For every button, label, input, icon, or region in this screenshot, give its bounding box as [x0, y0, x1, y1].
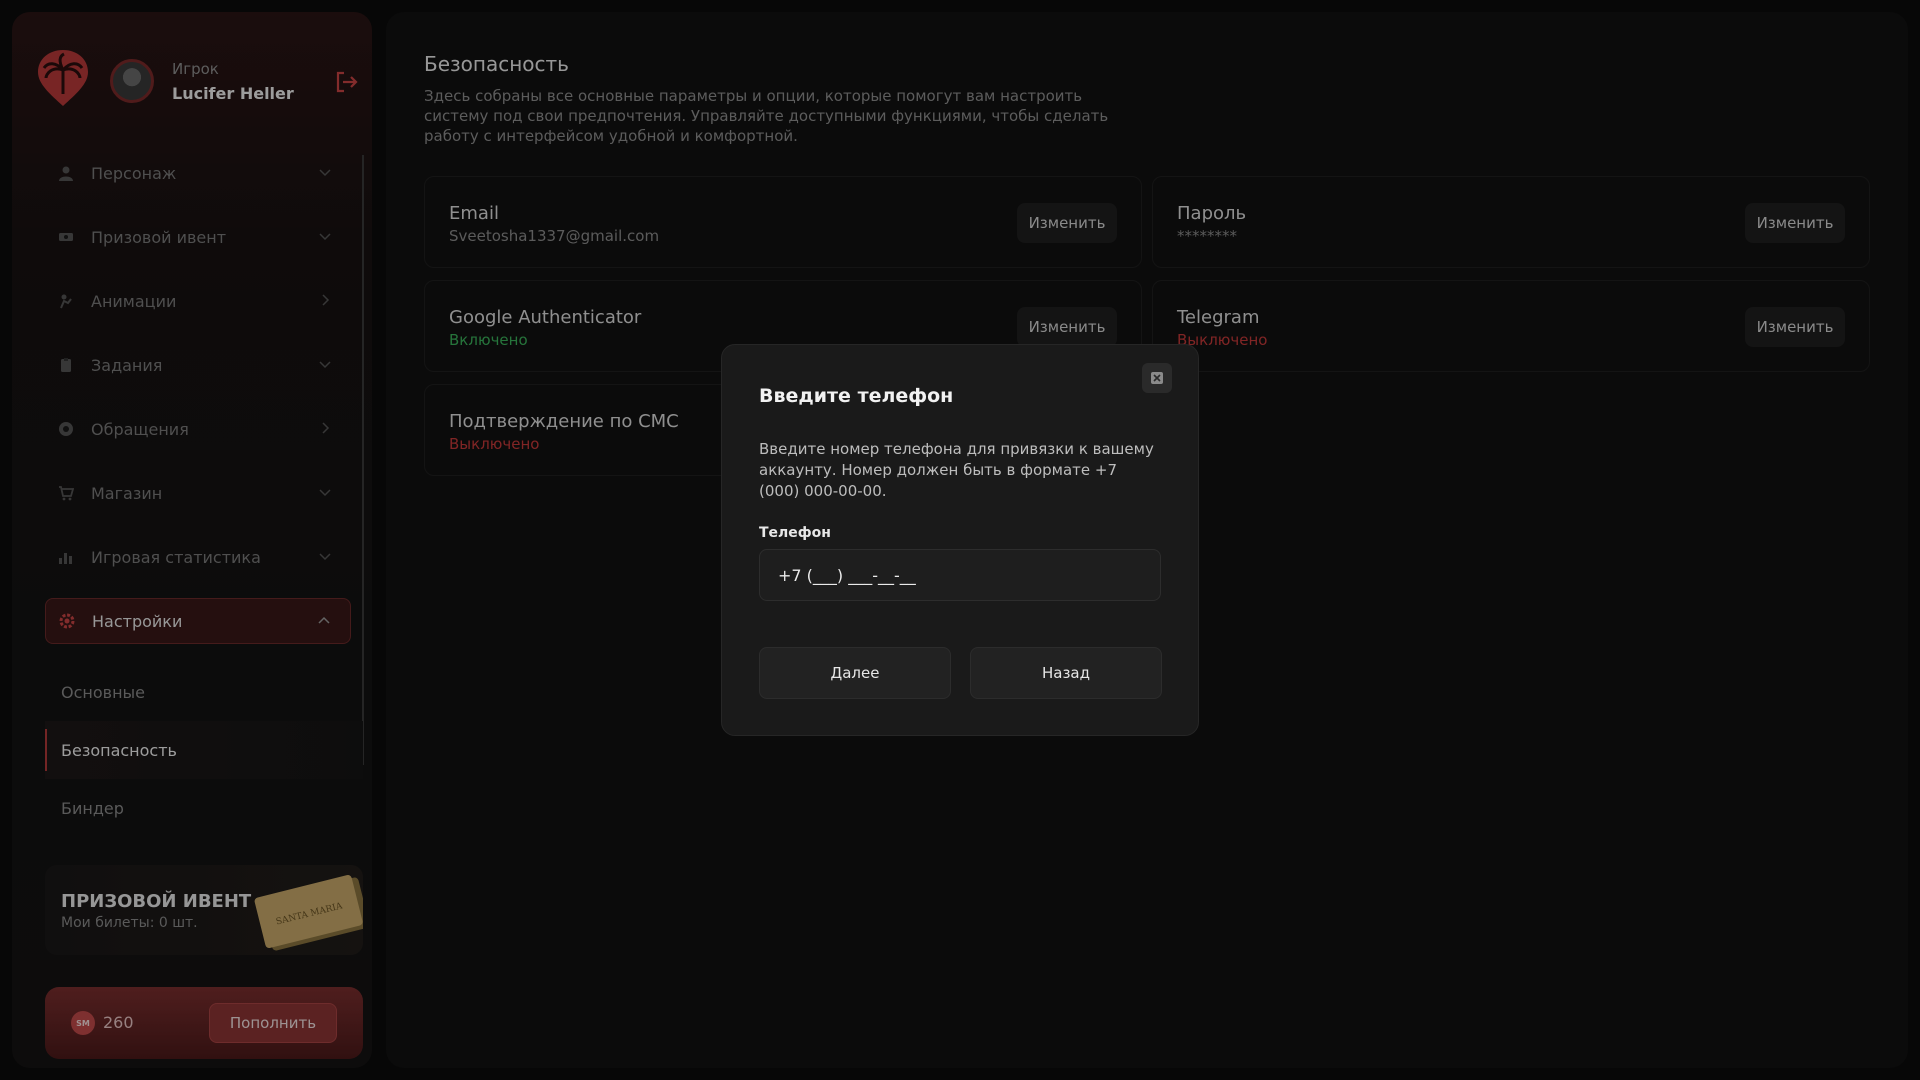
phone-label: Телефон	[759, 525, 831, 541]
back-button[interactable]: Назад	[970, 647, 1162, 699]
modal-title: Введите телефон	[759, 385, 954, 407]
modal-text: Введите номер телефона для привязки к ва…	[759, 440, 1154, 500]
phone-modal: Введите телефон Введите номер телефона д…	[721, 344, 1199, 736]
phone-input[interactable]	[759, 549, 1161, 601]
close-icon	[1151, 372, 1163, 384]
close-button[interactable]	[1142, 363, 1172, 393]
next-button[interactable]: Далее	[759, 647, 951, 699]
